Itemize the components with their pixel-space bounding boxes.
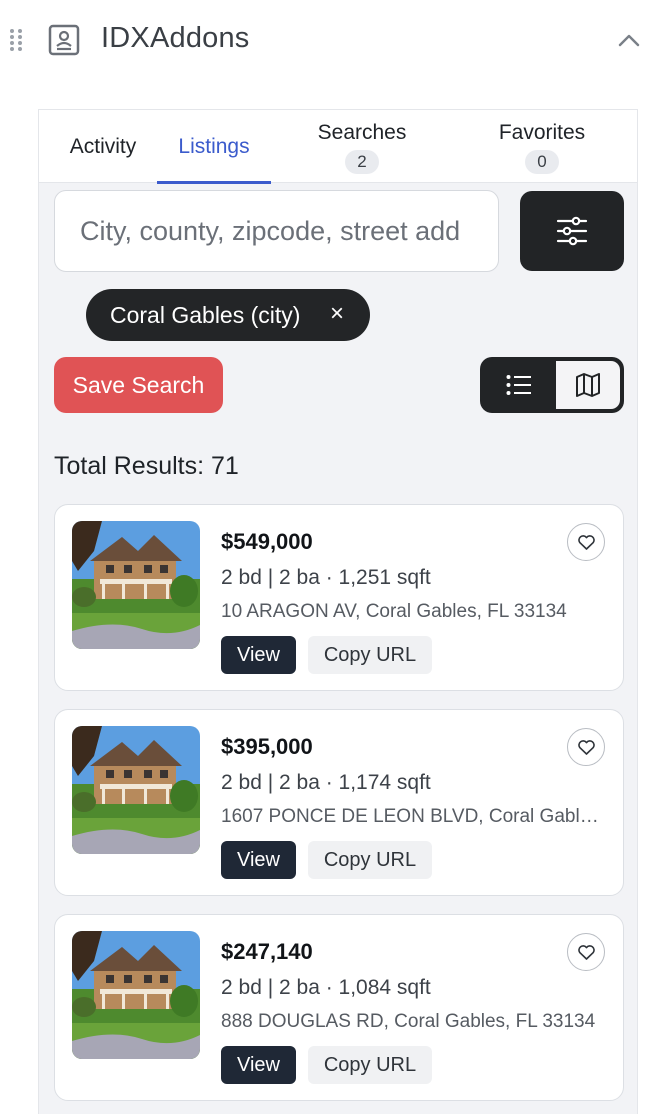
filter-chip-city: Coral Gables (city) × — [86, 289, 370, 341]
tab-bar: Activity Listings Searches 2 Favorites 0 — [39, 109, 637, 184]
copy-url-button[interactable]: Copy URL — [308, 636, 432, 674]
active-tab-indicator — [157, 181, 271, 184]
listing-photo[interactable] — [72, 931, 200, 1059]
listing-photo[interactable] — [72, 521, 200, 649]
map-view-button[interactable] — [556, 361, 620, 409]
location-search-input[interactable] — [54, 190, 499, 272]
view-button[interactable]: View — [221, 841, 296, 879]
listing-specs: 2 bd | 2 ba · 1,251 sqft — [221, 566, 431, 589]
app-title: IDXAddons — [101, 22, 250, 54]
copy-url-button[interactable]: Copy URL — [308, 841, 432, 879]
tab-searches-label: Searches — [317, 121, 407, 144]
listing-price: $247,140 — [221, 939, 313, 964]
tab-favorites-label: Favorites — [498, 121, 586, 144]
close-icon[interactable]: × — [330, 300, 344, 328]
view-button[interactable]: View — [221, 636, 296, 674]
tab-listings[interactable]: Listings — [157, 110, 271, 184]
tab-searches[interactable]: Searches 2 — [295, 110, 429, 184]
list-icon — [506, 375, 531, 395]
listing-address: 10 ARAGON AV, Coral Gables, FL 33134 — [221, 601, 567, 622]
tab-activity-label: Activity — [69, 135, 137, 158]
listing-card: $395,000 2 bd | 2 ba · 1,174 sqft 1607 P… — [54, 709, 624, 896]
listing-photo[interactable] — [72, 726, 200, 854]
app-header: IDXAddons — [0, 0, 672, 82]
searches-count-badge: 2 — [345, 150, 379, 174]
favorite-button[interactable] — [567, 933, 605, 971]
listing-price: $549,000 — [221, 529, 313, 554]
favorites-count-badge: 0 — [525, 150, 559, 174]
listing-address: 888 DOUGLAS RD, Coral Gables, FL 33134 — [221, 1011, 596, 1032]
list-view-button[interactable] — [484, 361, 554, 409]
listing-specs: 2 bd | 2 ba · 1,174 sqft — [221, 771, 431, 794]
tab-listings-label: Listings — [178, 135, 250, 158]
map-icon — [576, 373, 600, 397]
total-results: Total Results: 71 — [54, 452, 239, 480]
listing-card: $247,140 2 bd | 2 ba · 1,084 sqft 888 DO… — [54, 914, 624, 1101]
sliders-icon — [556, 216, 588, 246]
tab-favorites[interactable]: Favorites 0 — [477, 110, 607, 184]
listings-panel: Activity Listings Searches 2 Favorites 0… — [38, 109, 638, 1114]
listing-address: 1607 PONCE DE LEON BLVD, Coral Gables, F… — [221, 806, 607, 827]
filter-chip-label: Coral Gables (city) — [110, 302, 301, 328]
save-search-button[interactable]: Save Search — [54, 357, 223, 413]
favorite-button[interactable] — [567, 523, 605, 561]
filter-button[interactable] — [520, 191, 624, 271]
listing-card: $549,000 2 bd | 2 ba · 1,251 sqft 10 ARA… — [54, 504, 624, 691]
heart-icon — [578, 535, 595, 550]
contact-card-icon — [48, 24, 80, 56]
listing-specs: 2 bd | 2 ba · 1,084 sqft — [221, 976, 431, 999]
listing-price: $395,000 — [221, 734, 313, 759]
tab-activity[interactable]: Activity — [57, 110, 149, 184]
view-button[interactable]: View — [221, 1046, 296, 1084]
heart-icon — [578, 945, 595, 960]
copy-url-button[interactable]: Copy URL — [308, 1046, 432, 1084]
chevron-up-icon[interactable] — [614, 26, 644, 56]
favorite-button[interactable] — [567, 728, 605, 766]
heart-icon — [578, 740, 595, 755]
view-toggle — [480, 357, 624, 413]
drag-handle-icon[interactable] — [9, 28, 23, 52]
